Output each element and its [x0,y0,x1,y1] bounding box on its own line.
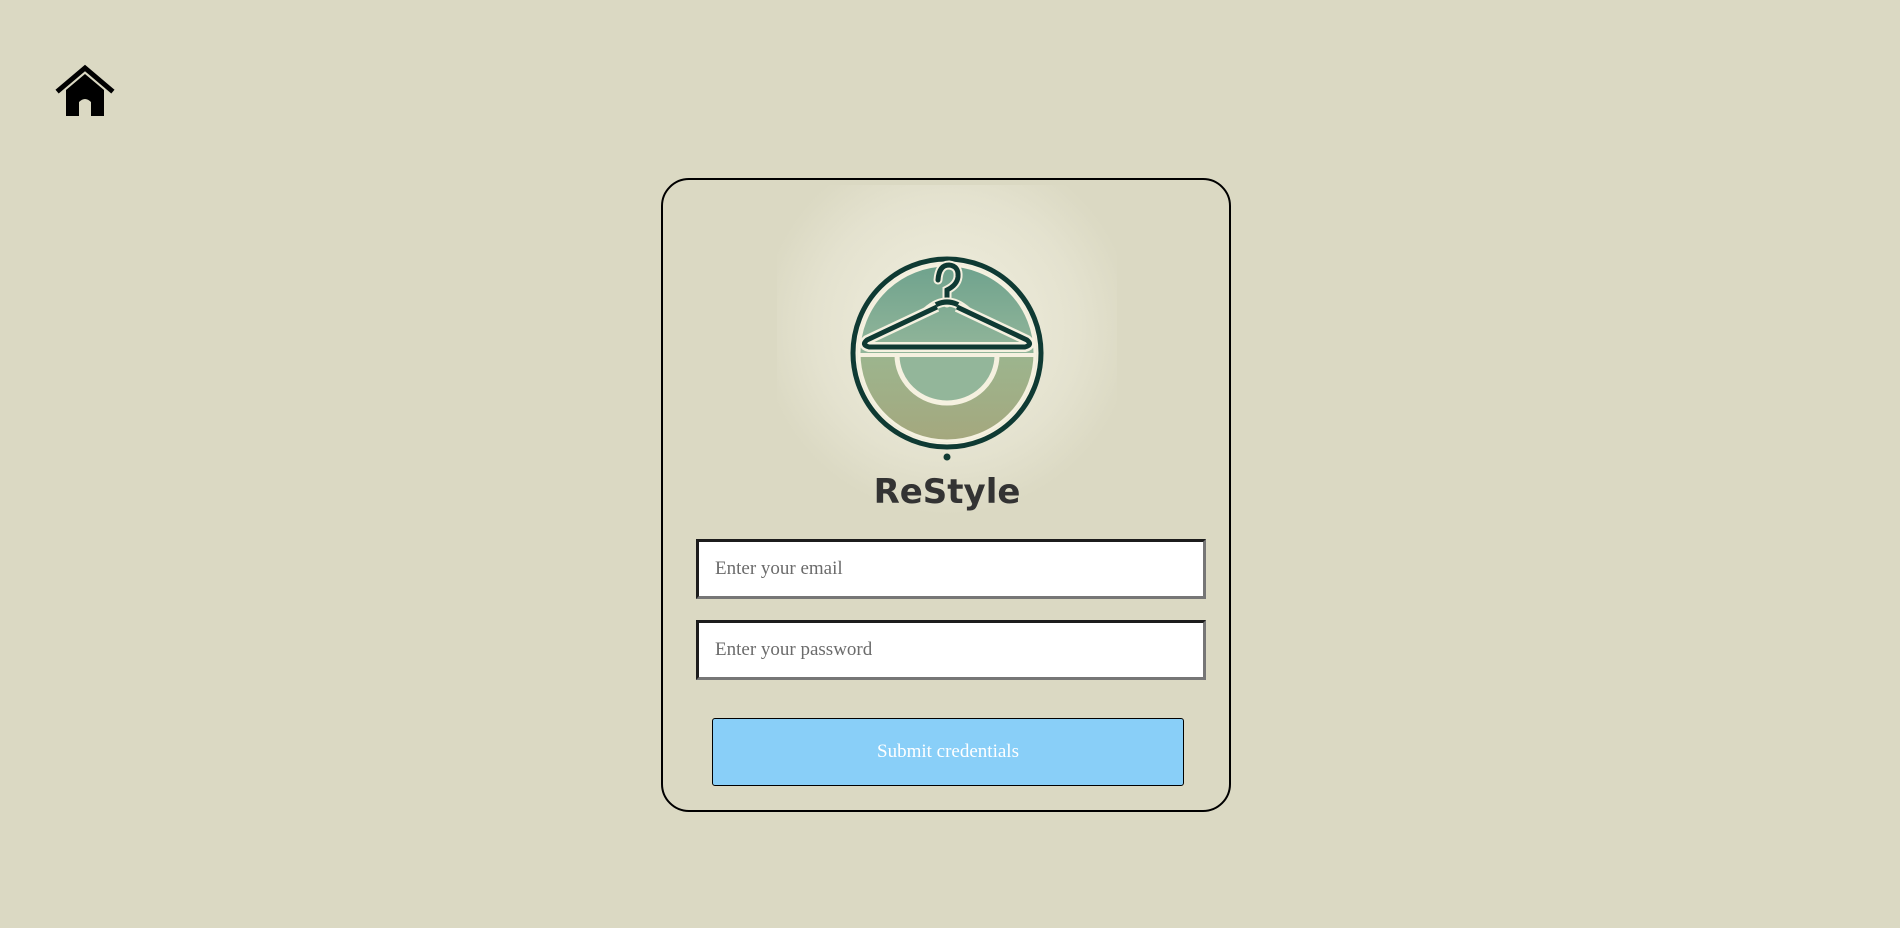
brand-logo: ReStyle [777,185,1117,525]
submit-button[interactable]: Submit credentials [712,718,1184,786]
home-link[interactable] [55,64,115,118]
password-field[interactable] [696,620,1206,680]
home-icon [55,64,115,118]
brand-name: ReStyle [874,472,1021,512]
login-card: ReStyle Submit credentials [661,178,1231,812]
email-field[interactable] [696,539,1206,599]
